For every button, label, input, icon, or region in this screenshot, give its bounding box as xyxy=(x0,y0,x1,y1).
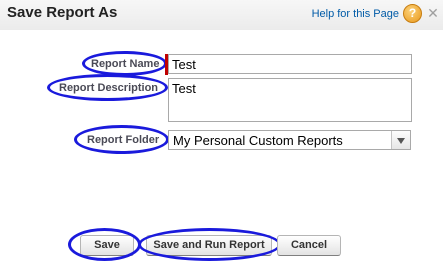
help-question-icon[interactable]: ? xyxy=(403,4,422,23)
close-icon[interactable]: ✕ xyxy=(425,5,441,21)
report-folder-selected-value: My Personal Custom Reports xyxy=(173,133,343,148)
dialog-header: Save Report As Help for this Page ? ✕ xyxy=(0,0,443,30)
cancel-button[interactable]: Cancel xyxy=(277,235,341,256)
save-button[interactable]: Save xyxy=(80,235,134,256)
save-and-run-report-button[interactable]: Save and Run Report xyxy=(146,235,272,256)
report-folder-select[interactable]: My Personal Custom Reports xyxy=(168,130,411,150)
help-for-this-page-link[interactable]: Help for this Page xyxy=(312,8,399,20)
dialog-title: Save Report As xyxy=(7,4,118,21)
report-description-textarea[interactable]: Test xyxy=(168,78,412,122)
report-description-label: Report Description xyxy=(59,82,159,94)
report-folder-label: Report Folder xyxy=(87,134,160,146)
chevron-down-icon[interactable] xyxy=(391,131,410,149)
report-name-input[interactable] xyxy=(168,54,412,74)
report-name-label: Report Name xyxy=(91,58,160,70)
